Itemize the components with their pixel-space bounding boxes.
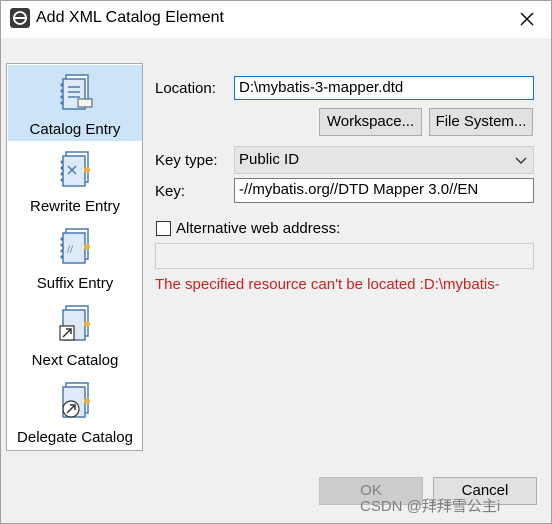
sidebar-item-label: Catalog Entry bbox=[29, 121, 121, 138]
catalog-entry-icon bbox=[60, 74, 93, 110]
error-message: The specified resource can't be located … bbox=[155, 276, 500, 293]
close-button[interactable] bbox=[516, 8, 538, 30]
location-label: Location: bbox=[155, 80, 216, 97]
sidebar-item-rewrite-entry[interactable]: Rewrite Entry bbox=[8, 142, 142, 218]
alternative-web-address-label: Alternative web address: bbox=[176, 220, 341, 237]
sidebar-item-delegate-catalog[interactable]: Delegate Catalog bbox=[8, 373, 142, 449]
entry-type-list: Catalog Entry Rewrite Entry // Suffix En… bbox=[6, 63, 143, 451]
alternative-web-address-field[interactable] bbox=[155, 243, 534, 269]
alternative-web-address-checkbox[interactable] bbox=[156, 221, 171, 236]
sidebar-item-catalog-entry[interactable]: Catalog Entry bbox=[8, 65, 142, 141]
sidebar-item-suffix-entry[interactable]: // Suffix Entry bbox=[8, 219, 142, 295]
key-type-dropdown[interactable]: Public ID bbox=[234, 146, 534, 174]
location-field[interactable]: D:\mybatis-3-mapper.dtd bbox=[234, 76, 534, 100]
sidebar-item-label: Delegate Catalog bbox=[17, 429, 133, 446]
key-type-value: Public ID bbox=[239, 151, 300, 168]
workspace-button[interactable]: Workspace... bbox=[319, 108, 422, 136]
sidebar-item-label: Next Catalog bbox=[31, 352, 119, 369]
close-icon bbox=[520, 12, 534, 26]
chevron-down-icon bbox=[515, 157, 527, 164]
title-bar: Add XML Catalog Element bbox=[0, 0, 552, 38]
delegate-catalog-icon bbox=[62, 382, 90, 418]
suffix-entry-icon: // bbox=[60, 228, 90, 264]
rewrite-entry-icon bbox=[60, 151, 90, 187]
eclipse-app-icon bbox=[10, 8, 30, 28]
key-label: Key: bbox=[155, 183, 186, 200]
next-catalog-icon bbox=[59, 305, 90, 341]
key-field[interactable]: -//mybatis.org//DTD Mapper 3.0//EN bbox=[234, 178, 534, 203]
sidebar-item-label: Rewrite Entry bbox=[29, 198, 121, 215]
svg-text://: // bbox=[67, 245, 74, 255]
file-system-button[interactable]: File System... bbox=[429, 108, 533, 136]
sidebar-item-label: Suffix Entry bbox=[36, 275, 114, 292]
key-type-label: Key type: bbox=[155, 152, 218, 169]
watermark: CSDN @拜拜雪公主i bbox=[360, 498, 501, 515]
sidebar-item-next-catalog[interactable]: Next Catalog bbox=[8, 296, 142, 372]
window-title: Add XML Catalog Element bbox=[36, 9, 224, 26]
